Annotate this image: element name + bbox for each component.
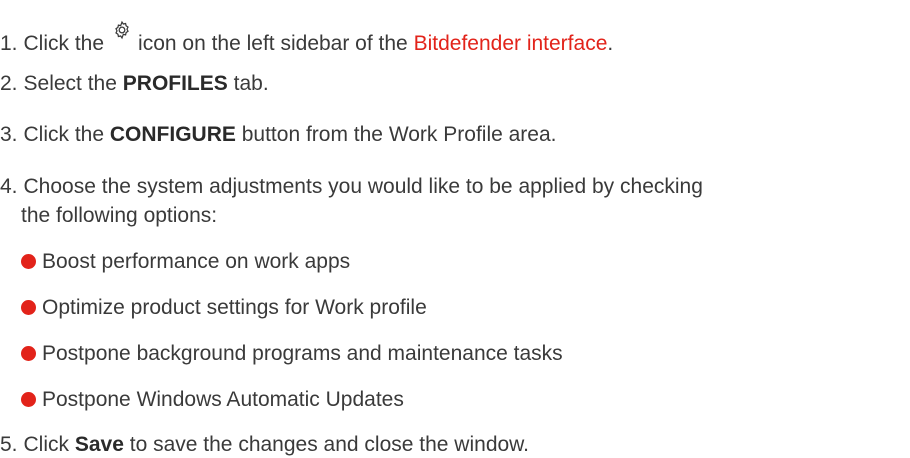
list-item: Postpone Windows Automatic Updates <box>21 387 404 413</box>
bullet-dot-icon <box>21 392 36 407</box>
step-5-number: 5. <box>0 433 18 456</box>
profiles-tab-label: PROFILES <box>122 72 228 95</box>
option-postpone-background: Postpone background programs and mainten… <box>42 342 563 365</box>
option-postpone-updates: Postpone Windows Automatic Updates <box>42 388 404 411</box>
option-boost-performance: Boost performance on work apps <box>42 250 351 273</box>
step-5: 5. Click Save to save the changes and clo… <box>0 432 529 458</box>
list-item: Optimize product settings for Work profi… <box>21 295 427 321</box>
save-button-label: Save <box>74 433 124 456</box>
bullet-dot-icon <box>21 300 36 315</box>
step-4-line-1: 4. Choose the system adjustments you woul… <box>0 174 703 200</box>
step-2-text-before: Select the <box>23 72 117 95</box>
step-4-number: 4. <box>0 175 18 198</box>
step-2-text-after: tab. <box>233 72 269 95</box>
step-5-text-after: to save the changes and close the window… <box>129 433 530 456</box>
step-1: 1. Click the icon on the left sidebar of t… <box>0 20 613 57</box>
step-4-line-2: the following options: <box>21 203 217 229</box>
option-optimize-settings: Optimize product settings for Work profi… <box>42 296 427 319</box>
step-1-text-before-icon: Click the <box>23 32 105 55</box>
step-4-text-line-1: Choose the system adjustments you would … <box>23 175 703 198</box>
bitdefender-interface-link[interactable]: Bitdefender interface <box>414 32 608 55</box>
step-4-text-line-2: the following options: <box>21 204 218 227</box>
step-3-number: 3. <box>0 123 18 146</box>
gear-icon <box>112 20 132 40</box>
step-2: 2. Select the PROFILES tab. <box>0 71 269 97</box>
step-3-text-after: button from the Work Profile area. <box>241 123 557 146</box>
step-1-text-after-icon: icon on the left sidebar of the <box>138 32 408 55</box>
step-2-number: 2. <box>0 72 18 95</box>
step-3: 3. Click the CONFIGURE button from the Wo… <box>0 122 557 148</box>
step-1-number: 1. <box>0 32 18 55</box>
step-5-text-before: Click <box>23 433 70 456</box>
step-3-text-before: Click the <box>23 123 105 146</box>
list-item: Boost performance on work apps <box>21 249 350 275</box>
bullet-dot-icon <box>21 254 36 269</box>
bullet-dot-icon <box>21 346 36 361</box>
list-item: Postpone background programs and mainten… <box>21 341 563 367</box>
configure-button-label: CONFIGURE <box>109 123 236 146</box>
step-1-end: . <box>607 32 614 55</box>
